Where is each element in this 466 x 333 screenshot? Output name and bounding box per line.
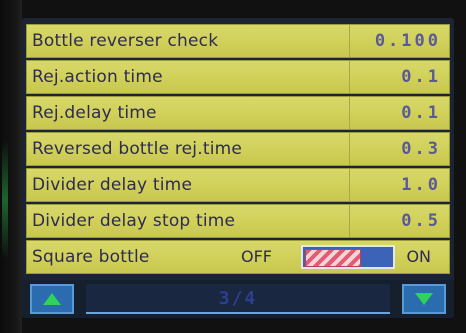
param-label: Divider delay stop time <box>32 211 236 231</box>
page-indicator-bar: 3/4 <box>86 284 390 314</box>
param-row-reversed-bottle-rej-time: Reversed bottle rej.time 0.3 <box>26 132 450 166</box>
param-value-field[interactable]: 0.100 <box>375 31 441 51</box>
param-label: Rej.delay time <box>32 103 157 123</box>
hmi-screen: Bottle reverser check 0.100 Rej.action t… <box>22 18 454 318</box>
param-label: Rej.action time <box>32 67 163 87</box>
toggle-knob[interactable] <box>305 249 361 267</box>
parameter-list: Bottle reverser check 0.100 Rej.action t… <box>26 24 450 276</box>
down-arrow-icon <box>415 293 433 305</box>
pager-footer: 3/4 <box>22 280 454 318</box>
row-divider <box>349 205 350 237</box>
param-value-field[interactable]: 1.0 <box>401 175 441 195</box>
param-row-rej-action-time: Rej.action time 0.1 <box>26 60 450 94</box>
param-row-rej-delay-time: Rej.delay time 0.1 <box>26 96 450 130</box>
status-glow <box>2 140 8 260</box>
prev-page-button[interactable] <box>30 284 74 314</box>
param-label: Divider delay time <box>32 175 193 195</box>
param-row-bottle-reverser-check: Bottle reverser check 0.100 <box>26 24 450 58</box>
toggle-off-label: OFF <box>241 247 272 266</box>
param-value-field[interactable]: 0.5 <box>401 211 441 231</box>
next-page-button[interactable] <box>402 284 446 314</box>
row-divider <box>349 97 350 129</box>
up-arrow-icon <box>43 293 61 305</box>
row-divider <box>349 61 350 93</box>
param-row-divider-delay-time: Divider delay time 1.0 <box>26 168 450 202</box>
toggle-row-square-bottle: Square bottle OFF ON <box>26 240 450 274</box>
toggle-label: Square bottle <box>32 247 150 267</box>
param-value-field[interactable]: 0.3 <box>401 139 441 159</box>
row-divider <box>349 133 350 165</box>
param-value-field[interactable]: 0.1 <box>401 67 441 87</box>
square-bottle-toggle[interactable] <box>301 245 395 269</box>
param-label: Reversed bottle rej.time <box>32 139 243 159</box>
hmi-bezel: Bottle reverser check 0.100 Rej.action t… <box>0 0 466 333</box>
toggle-on-label: ON <box>406 247 431 266</box>
param-label: Bottle reverser check <box>32 31 219 51</box>
page-indicator: 3/4 <box>218 288 258 309</box>
param-value-field[interactable]: 0.1 <box>401 103 441 123</box>
row-divider <box>349 169 350 201</box>
row-divider <box>349 25 350 57</box>
param-row-divider-delay-stop-time: Divider delay stop time 0.5 <box>26 204 450 238</box>
bezel-edge <box>0 0 22 333</box>
